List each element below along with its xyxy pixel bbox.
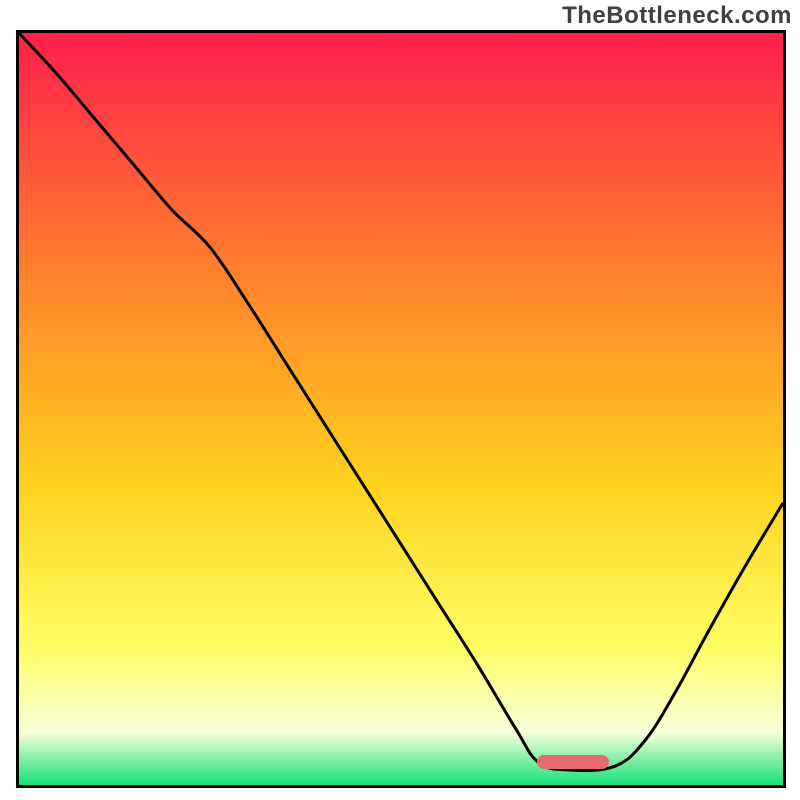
- chart-stage: TheBottleneck.com: [0, 0, 800, 800]
- plot-svg: [0, 0, 800, 800]
- optimal-marker: [537, 755, 610, 769]
- gradient-background: [19, 33, 783, 785]
